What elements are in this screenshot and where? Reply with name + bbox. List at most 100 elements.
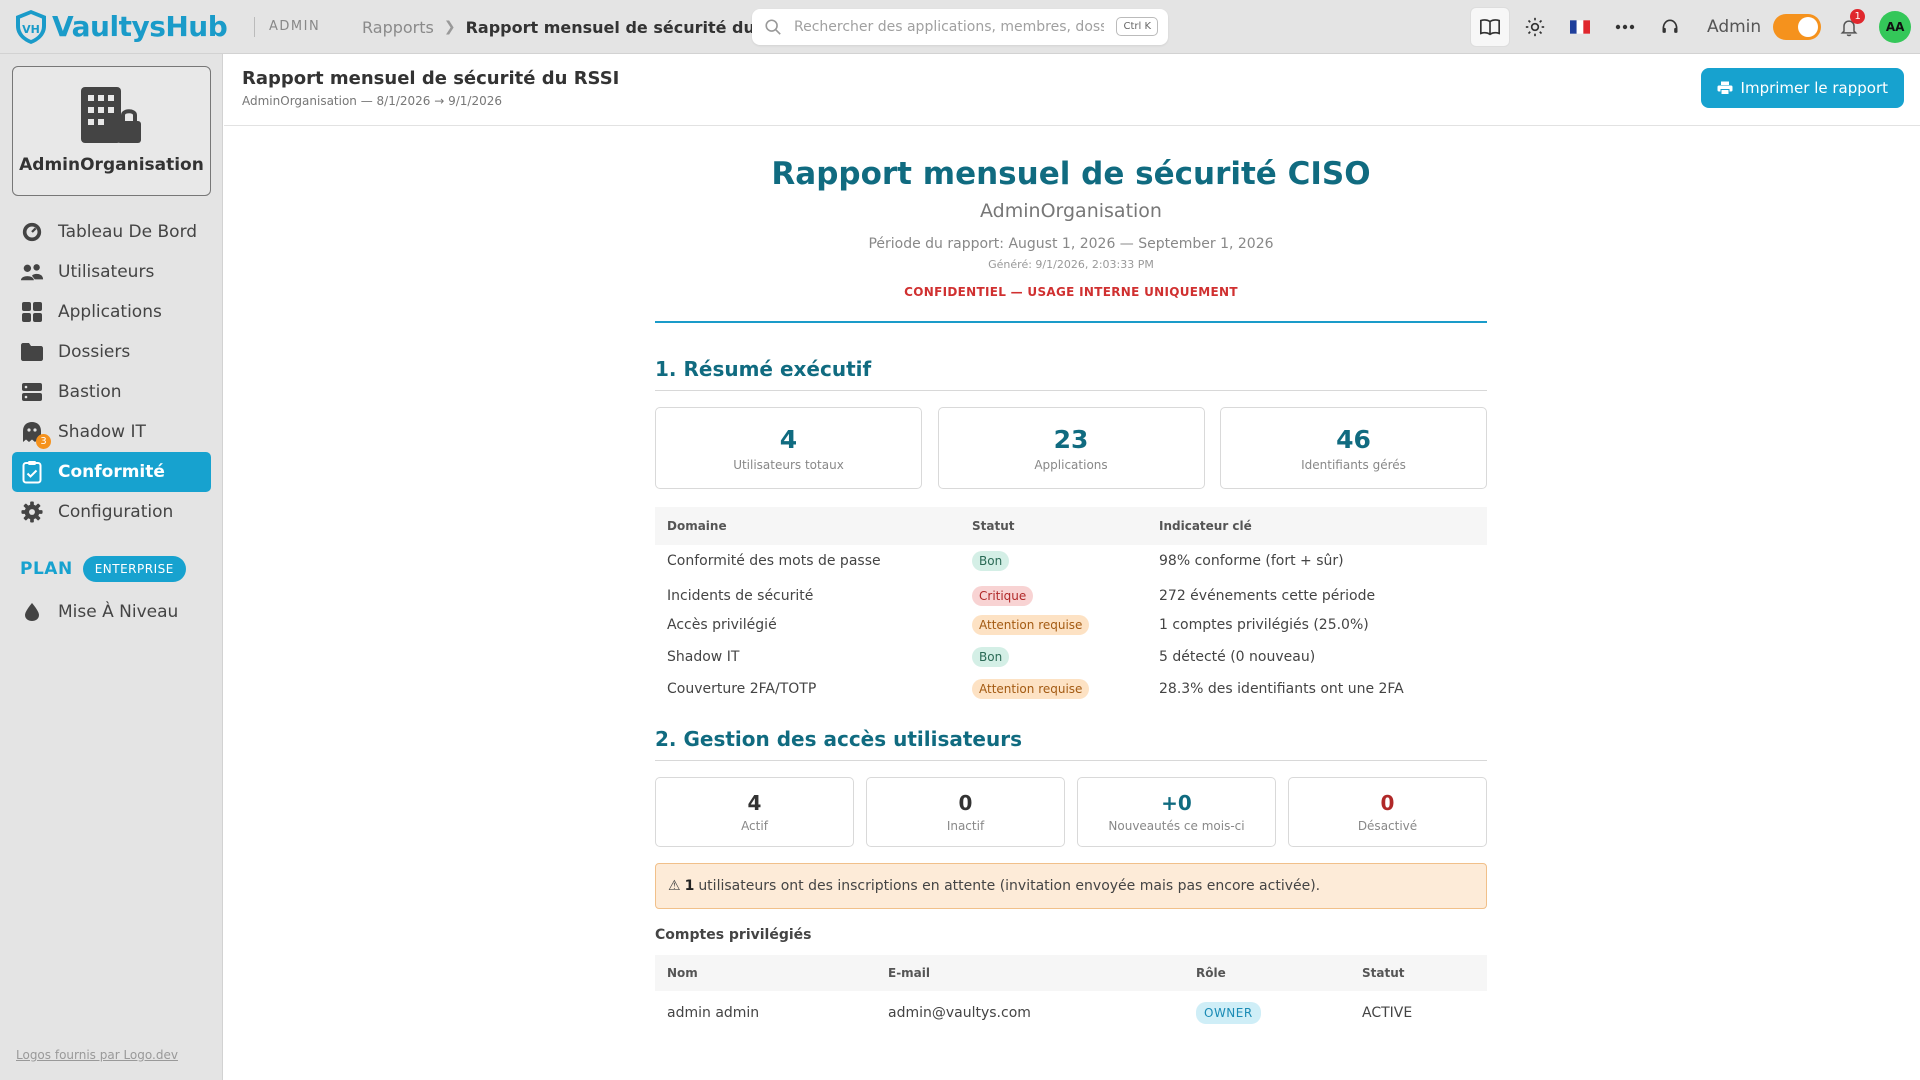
sidebar-item-compliance[interactable]: Conformité <box>12 452 211 492</box>
stat-value: 46 <box>1336 424 1371 454</box>
table-row: Incidents de sécurité Critique 272 événe… <box>655 577 1487 609</box>
table-row: Conformité des mots de passe Bon 98% con… <box>655 545 1487 577</box>
sidebar-item-folders[interactable]: Dossiers <box>12 332 211 372</box>
stat-card-inactive: 0 Inactif <box>866 777 1065 847</box>
plan-indicator: PLAN ENTERPRISE <box>20 556 186 582</box>
support-button[interactable] <box>1650 7 1690 47</box>
warning-text: utilisateurs ont des inscriptions en att… <box>698 878 1321 894</box>
users-icon <box>20 260 44 284</box>
sidebar-item-bastion[interactable]: Bastion <box>12 372 211 412</box>
sidebar-item-label: Tableau De Bord <box>58 222 198 242</box>
report-confidential: CONFIDENTIEL — USAGE INTERNE UNIQUEMENT <box>904 285 1238 299</box>
section-title: 1. Résumé exécutif <box>655 357 1487 391</box>
stat-value: +0 <box>1161 791 1192 815</box>
plan-label: PLAN <box>20 559 73 579</box>
printer-icon <box>1717 81 1733 95</box>
chevron-right-icon: ❯ <box>443 19 456 35</box>
column-header: Statut <box>1350 955 1487 991</box>
print-report-label: Imprimer le rapport <box>1740 79 1888 97</box>
sidebar-item-applications[interactable]: Applications <box>12 292 211 332</box>
admin-mode-toggle[interactable] <box>1773 14 1822 40</box>
status-cell: Bon <box>960 545 1147 577</box>
email-cell: admin@vaultys.com <box>888 1005 1031 1021</box>
stat-value: 4 <box>779 424 798 454</box>
docs-button[interactable] <box>1470 7 1510 47</box>
breadcrumb-current: Rapport mensuel de sécurité du RSSI <box>465 17 762 37</box>
sidebar-nav: Tableau De Bord Utilisateurs Application… <box>12 212 211 532</box>
stat-card-total-users: 4 Utilisateurs totaux <box>655 407 922 489</box>
sidebar-item-label: Applications <box>58 302 162 322</box>
notifications-button[interactable]: 1 <box>1835 9 1866 41</box>
status-badge: Critique <box>972 586 1034 606</box>
indicator-cell: 5 détecté (0 nouveau) <box>1159 649 1316 665</box>
user-avatar[interactable]: AA <box>1879 11 1912 43</box>
logo-credits-link[interactable]: Logos fournis par Logo.dev <box>16 1048 178 1062</box>
admin-tag: ADMIN <box>254 16 320 37</box>
print-report-button[interactable]: Imprimer le rapport <box>1700 68 1904 108</box>
pending-count: 1 <box>684 878 695 894</box>
org-card[interactable]: AdminOrganisation <box>12 66 211 196</box>
section-title: 2. Gestion des accès utilisateurs <box>655 727 1487 761</box>
sidebar-item-shadow-it[interactable]: 3 Shadow IT <box>12 412 211 452</box>
brand-name: VaultysHub <box>52 10 228 43</box>
breadcrumb-reports[interactable]: Rapports <box>362 18 434 37</box>
org-name: AdminOrganisation <box>19 155 204 175</box>
gauge-icon <box>20 220 44 244</box>
breadcrumb: Rapports ❯ Rapport mensuel de sécurité d… <box>362 0 762 54</box>
table-header-row: Domaine Statut Indicateur clé <box>655 507 1487 545</box>
domain-cell: Conformité des mots de passe <box>667 553 881 569</box>
more-button[interactable] <box>1605 7 1645 47</box>
search-input[interactable] <box>794 19 1104 35</box>
language-button[interactable] <box>1560 7 1600 47</box>
sidebar-item-label: Utilisateurs <box>58 262 155 282</box>
domain-cell: Accès privilégié <box>667 617 777 633</box>
plan-badge: ENTERPRISE <box>82 556 186 582</box>
grid-icon <box>20 300 44 324</box>
role-cell: OWNER <box>1184 991 1350 1035</box>
clipboard-check-icon <box>20 460 44 484</box>
sidebar-item-configuration[interactable]: Configuration <box>12 492 211 532</box>
status-badge: Bon <box>972 647 1010 667</box>
sidebar-item-label: Conformité <box>58 462 165 482</box>
sun-icon <box>1525 17 1545 37</box>
column-header: Nom <box>655 955 876 991</box>
stat-label: Nouveautés ce mois-ci <box>1108 819 1245 833</box>
sidebar-item-label: Dossiers <box>58 342 131 362</box>
france-flag-icon <box>1570 20 1590 34</box>
report-generated: Généré: 9/1/2026, 2:03:33 PM <box>988 258 1154 271</box>
stat-label: Désactivé <box>1357 819 1418 833</box>
indicator-cell: 1 comptes privilégiés (25.0%) <box>1159 617 1369 633</box>
role-badge: OWNER <box>1196 1002 1261 1024</box>
status-cell: Attention requise <box>960 673 1147 705</box>
sidebar-item-users[interactable]: Utilisateurs <box>12 252 211 292</box>
theme-button[interactable] <box>1515 7 1555 47</box>
domain-status-table: Domaine Statut Indicateur clé Conformité… <box>655 507 1487 705</box>
sidebar: AdminOrganisation Tableau De Bord Utilis… <box>0 54 223 1080</box>
more-dots-icon <box>1615 24 1635 30</box>
sidebar-item-dashboard[interactable]: Tableau De Bord <box>12 212 211 252</box>
indicator-cell: 272 événements cette période <box>1159 588 1376 604</box>
server-icon <box>20 380 44 404</box>
report-document: Rapport mensuel de sécurité CISO AdminOr… <box>655 150 1487 1035</box>
report-period: Période du rapport: August 1, 2026 — Sep… <box>868 236 1274 252</box>
indicator-cell: 98% conforme (fort + sûr) <box>1159 553 1344 569</box>
section-executive-summary: 1. Résumé exécutif 4 Utilisateurs totaux… <box>655 357 1487 705</box>
column-header: E-mail <box>876 955 1184 991</box>
summary-cards: 4 Utilisateurs totaux 23 Applications 46… <box>655 407 1487 489</box>
stat-label: Identifiants gérés <box>1301 457 1406 472</box>
section-user-access: 2. Gestion des accès utilisateurs 4 Acti… <box>655 727 1487 1035</box>
domain-cell: Incidents de sécurité <box>667 588 814 604</box>
sidebar-item-upgrade[interactable]: Mise À Niveau <box>12 592 211 632</box>
sidebar-item-label: Configuration <box>58 502 174 522</box>
stat-card-disabled: 0 Désactivé <box>1288 777 1487 847</box>
stat-card-applications: 23 Applications <box>937 407 1205 489</box>
upgrade-link[interactable]: Mise À Niveau <box>12 592 211 632</box>
table-row: admin admin admin@vaultys.com OWNER ACTI… <box>655 991 1487 1035</box>
brand-logo[interactable]: VH VaultysHub <box>14 9 228 45</box>
stat-value: 23 <box>1053 424 1089 454</box>
warning-icon: ⚠ <box>668 878 681 894</box>
building-lock-icon <box>80 87 141 143</box>
notification-badge: 1 <box>1850 9 1866 24</box>
stat-card-new-this-month: +0 Nouveautés ce mois-ci <box>1077 777 1276 847</box>
global-search[interactable]: Ctrl K <box>752 9 1168 45</box>
